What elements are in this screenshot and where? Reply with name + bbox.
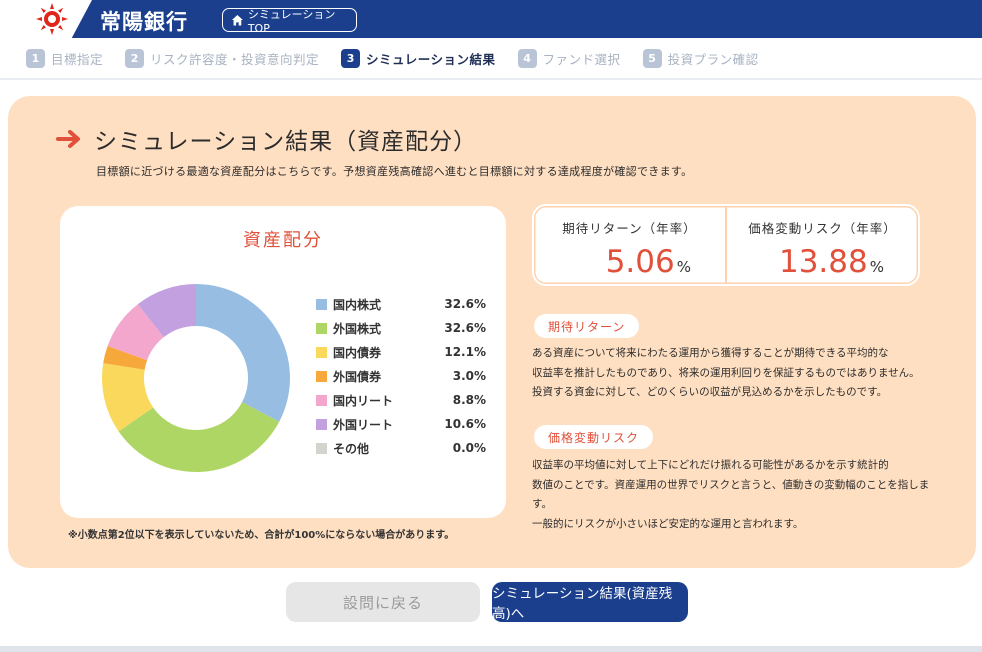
legend-label: その他: [333, 441, 370, 456]
legend-item: 国内リート 8.8%: [316, 388, 486, 412]
price-risk-stat: 価格変動リスク（年率） 13.88%: [725, 206, 918, 284]
header-bar: 常陽銀行 シミュレーションTOP: [0, 0, 982, 38]
expected-return-stat: 期待リターン（年率） 5.06%: [534, 206, 725, 284]
legend-item: 外国リート 10.6%: [316, 412, 486, 436]
step-label: シミュレーション結果: [366, 51, 496, 67]
step-number: 2: [125, 48, 145, 68]
rounding-note: ※小数点第2位以下を表示していないため、合計が100%にならない場合があります。: [68, 530, 455, 541]
stats-box: 期待リターン（年率） 5.06% 価格変動リスク（年率） 13.88%: [532, 204, 920, 286]
step-2: 2 リスク許容度・投資意向判定: [125, 48, 320, 68]
price-risk-heading: 価格変動リスク: [534, 425, 654, 449]
page-subtitle: 目標額に近づける最適な資産配分はこちらです。予想資産残高確認へ進むと目標額に対す…: [96, 165, 693, 178]
legend-item: 国内債券 12.1%: [316, 340, 486, 364]
footer-divider: [0, 646, 982, 652]
expected-return-heading: 期待リターン: [534, 314, 640, 338]
legend-value: 12.1%: [444, 345, 486, 359]
legend-swatch: [316, 442, 327, 454]
legend-value: 3.0%: [452, 369, 486, 383]
expected-return-label: 期待リターン（年率）: [562, 221, 697, 236]
description-line: 一般的にリスクが小さいほど安定的な運用と言われます。: [532, 517, 804, 530]
legend-label: 国内債券: [333, 345, 382, 360]
step-label: 投資プラン確認: [667, 51, 759, 67]
chart-title: 資産配分: [243, 230, 323, 251]
price-risk-description: 収益率の平均値に対して上下にどれだけ振れる可能性があるかを示す統計的 数値のこと…: [532, 456, 942, 534]
allocation-chart-card: 資産配分 国内株式 32.6% 外国株式 32.6% 国内債券 12.1% 外国債券 3.0%…: [60, 206, 506, 518]
legend-value: 32.6%: [444, 321, 486, 335]
legend-label: 外国リート: [333, 417, 394, 432]
description-line: 収益率を推計したものであり、将来の運用利回りを保証するものではありません。: [532, 366, 920, 379]
legend-value: 32.6%: [444, 297, 486, 311]
page-title-row: シミュレーション結果（資産配分）: [56, 122, 477, 156]
legend-swatch: [316, 346, 327, 358]
legend-value: 8.8%: [452, 393, 486, 407]
bank-name: 常陽銀行: [100, 10, 188, 34]
legend-label: 外国株式: [333, 321, 382, 336]
price-risk-value-wrap: 13.88%: [779, 244, 884, 280]
simulation-top-button[interactable]: シミュレーションTOP: [222, 7, 357, 35]
step-label: ファンド選択: [542, 51, 621, 67]
simulation-top-label: シミュレーションTOP: [247, 7, 336, 35]
legend-swatch: [316, 418, 327, 430]
expected-return-unit: %: [676, 258, 691, 276]
legend-label: 国内リート: [333, 393, 394, 408]
legend-value: 0.0%: [452, 441, 486, 455]
legend-label: 外国債券: [333, 369, 382, 384]
balance-result-button[interactable]: シミュレーション結果(資産残高)へ: [492, 582, 688, 622]
step-number: 1: [26, 48, 45, 68]
legend-swatch: [316, 370, 327, 382]
legend-swatch: [316, 298, 327, 310]
step-label: 目標指定: [51, 51, 104, 67]
legend-item: その他 0.0%: [316, 436, 486, 460]
description-line: 数値のことです。資産運用の世界でリスクと言うと、値動きの変動幅のことを指します。: [532, 478, 930, 511]
expected-return-description: ある資産について将来にわたる運用から獲得することが期待できる平均的な 収益率を推…: [532, 344, 942, 403]
donut-chart: [102, 284, 290, 472]
legend-value: 10.6%: [444, 417, 486, 431]
legend-item: 国内株式 32.6%: [316, 292, 486, 316]
legend-item: 外国株式 32.6%: [316, 316, 486, 340]
steps-divider: [0, 78, 982, 80]
expected-return-value-wrap: 5.06%: [606, 244, 691, 280]
step-3: 3 シミュレーション結果: [341, 48, 496, 68]
chart-legend: 国内株式 32.6% 外国株式 32.6% 国内債券 12.1% 外国債券 3.0% 国内リート…: [316, 292, 486, 460]
step-5: 5 投資プラン確認: [642, 48, 759, 68]
legend-swatch: [316, 322, 327, 334]
price-risk-unit: %: [869, 258, 884, 276]
description-line: 投資する資金に対して、どのくらいの収益が見込めるかを示したものです。: [532, 386, 888, 398]
price-risk-label: 価格変動リスク（年率）: [748, 221, 897, 236]
price-risk-value: 13.88: [778, 244, 868, 280]
bank-logo-icon: [36, 3, 68, 35]
page-title: シミュレーション結果（資産配分）: [94, 129, 478, 155]
step-label: リスク許容度・投資意向判定: [150, 51, 320, 67]
expected-return-value: 5.06: [605, 244, 675, 280]
legend-swatch: [316, 394, 327, 406]
step-number: 4: [517, 48, 537, 68]
legend-item: 外国債券 3.0%: [316, 364, 486, 388]
description-line: ある資産について将来にわたる運用から獲得することが期待できる平均的な: [532, 347, 889, 359]
step-1: 1 目標指定: [26, 48, 104, 68]
description-line: 収益率の平均値に対して上下にどれだけ振れる可能性があるかを示す統計的: [532, 459, 889, 471]
step-number: 3: [341, 48, 361, 68]
step-number: 5: [642, 48, 662, 68]
step-4: 4 ファンド選択: [517, 48, 621, 68]
back-to-questions-button[interactable]: 設問に戻る: [286, 582, 480, 622]
donut-slice-1: [196, 284, 290, 422]
progress-steps: 1 目標指定 2 リスク許容度・投資意向判定 3 シミュレーション結果 4 ファ…: [0, 38, 982, 78]
legend-label: 国内株式: [333, 297, 382, 312]
arrow-right-icon: [56, 130, 80, 148]
home-icon: [231, 14, 243, 26]
